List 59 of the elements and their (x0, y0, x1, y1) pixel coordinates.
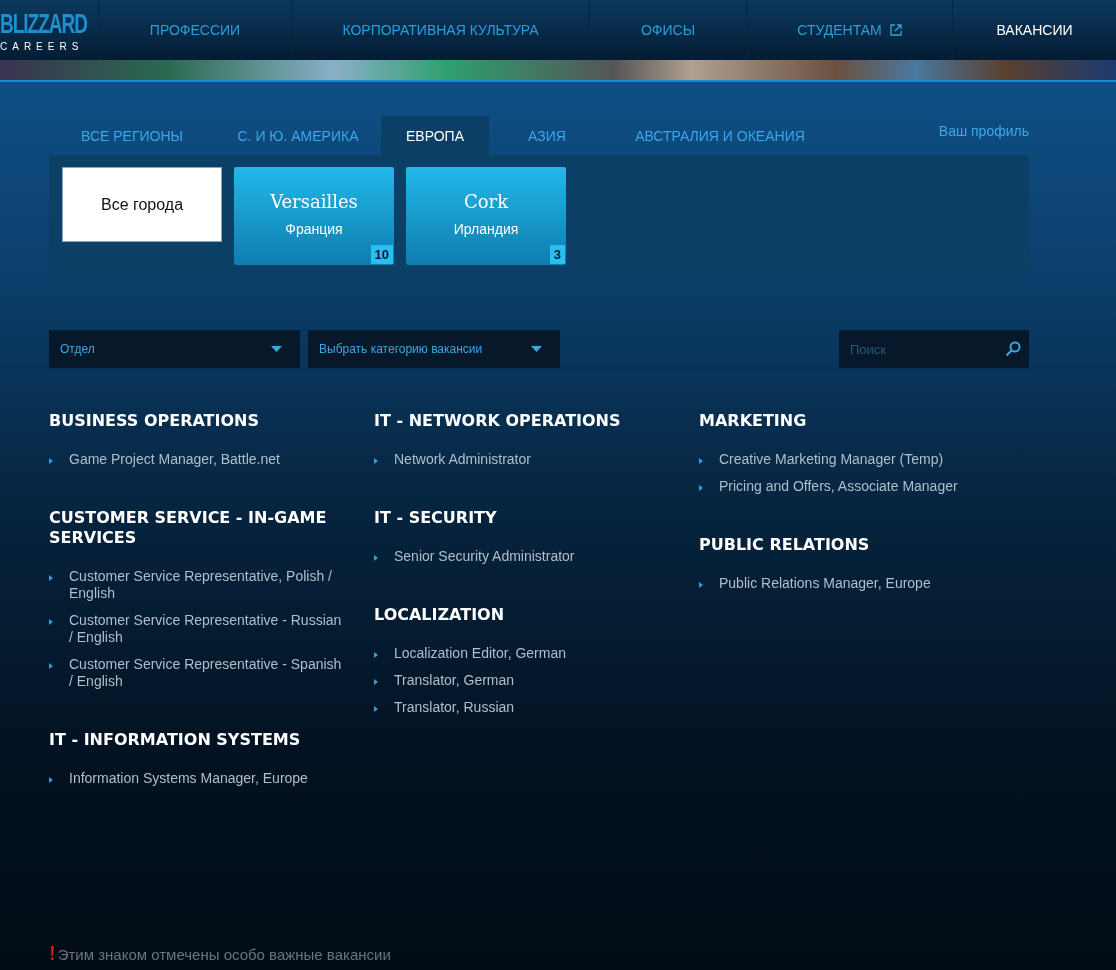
region-tab[interactable]: ВСЕ РЕГИОНЫ (49, 116, 215, 155)
region-tab[interactable]: С. И Ю. АМЕРИКА (215, 116, 381, 155)
job-link[interactable]: Information Systems Manager, Europe (69, 770, 308, 787)
bullet-icon (49, 777, 53, 783)
priority-mark-icon: ! (49, 943, 56, 963)
job-count-badge: 3 (549, 245, 565, 264)
job-link[interactable]: Pricing and Offers, Associate Manager (719, 478, 958, 495)
dropdown-value: Выбрать категорию вакансии (319, 342, 483, 356)
city-card[interactable]: Versailles Франция 10 (234, 167, 394, 265)
job-link[interactable]: Senior Security Administrator (394, 548, 575, 565)
department-heading: LOCALIZATION (374, 605, 506, 625)
job-count-badge: 10 (370, 245, 393, 264)
job-link[interactable]: Customer Service Representative - Russian / English (69, 612, 344, 646)
department-heading: MARKETING (699, 411, 808, 431)
bullet-icon (374, 679, 378, 685)
country-name: Ирландия (453, 221, 519, 237)
job-link[interactable]: Network Administrator (394, 451, 531, 468)
job-link[interactable]: Translator, German (394, 672, 515, 689)
job-link[interactable]: Customer Service Representative - Spanish / English (69, 656, 344, 690)
job-link[interactable]: Translator, Russian (394, 699, 515, 716)
nav-link[interactable]: ВАКАНСИИ (953, 0, 1116, 60)
job-link[interactable]: Localization Editor, German (394, 645, 566, 662)
department-heading: CUSTOMER SERVICE - IN-GAME SERVICES (49, 508, 328, 548)
bullet-icon (49, 663, 53, 669)
bullet-icon (699, 485, 703, 491)
bullet-icon (374, 555, 378, 561)
bullet-icon (374, 458, 378, 464)
department-heading: PUBLIC RELATIONS (699, 535, 871, 555)
job-link[interactable]: Customer Service Representative, Polish / English (69, 568, 344, 602)
all-cities-card[interactable]: Все города (62, 167, 222, 242)
bullet-icon (374, 706, 378, 712)
city-card[interactable]: Cork Ирландия 3 (406, 167, 566, 265)
job-link[interactable]: Public Relations Manager, Europe (719, 575, 931, 592)
dropdown-value: Отдел (60, 342, 95, 356)
department-heading: BUSINESS OPERATIONS (49, 411, 260, 431)
category-dropdown[interactable]: Выбрать категорию вакансии (308, 330, 560, 368)
department-heading: IT - NETWORK OPERATIONS (374, 411, 622, 431)
bullet-icon (49, 575, 53, 581)
search-field[interactable]: Поиск (839, 330, 1029, 368)
logo-subtitle: CAREERS (0, 40, 84, 52)
department-heading: IT - SECURITY (374, 508, 498, 528)
legend-text: Этим знаком отмечены особо важные вакансии (57, 946, 391, 963)
bullet-icon (699, 582, 703, 588)
city-name: Cork (463, 191, 509, 212)
job-link[interactable]: Game Project Manager, Battle.net (69, 451, 280, 468)
bullet-icon (49, 619, 53, 625)
department-heading: IT - INFORMATION SYSTEMS (49, 730, 302, 750)
city-name: Versailles (270, 191, 358, 212)
search-icon (1005, 341, 1021, 357)
bullet-icon (49, 458, 53, 464)
caret-icon (531, 346, 542, 352)
bullet-icon (699, 458, 703, 464)
country-name: Франция (285, 221, 343, 237)
logo-wordmark: BLIZZARD (0, 8, 87, 37)
bullet-icon (374, 652, 378, 658)
department-dropdown[interactable]: Отдел (49, 330, 300, 368)
job-link[interactable]: Creative Marketing Manager (Temp) (719, 451, 944, 468)
caret-icon (271, 346, 282, 352)
region-tab[interactable]: ЕВРОПА (381, 116, 489, 155)
